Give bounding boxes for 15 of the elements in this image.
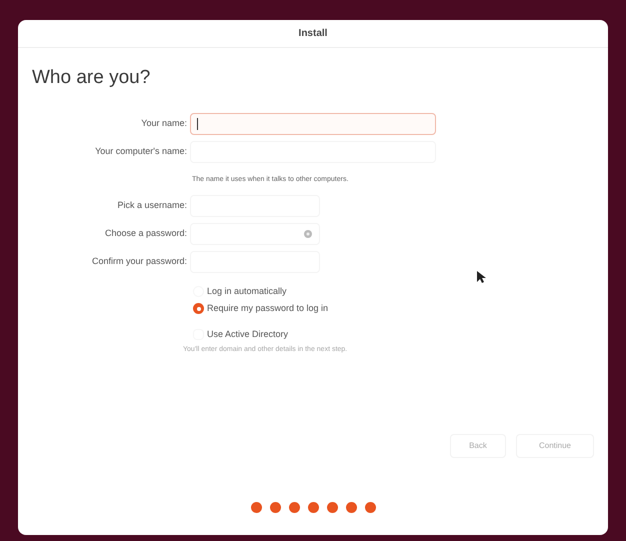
field-label: Confirm your password: — [92, 254, 187, 268]
text-field[interactable] — [190, 112, 436, 134]
window-title: Install — [298, 27, 328, 41]
radio-label[interactable]: Log in automatically — [207, 284, 287, 298]
radio-button[interactable] — [193, 303, 204, 314]
page-heading: Who are you? — [32, 67, 150, 88]
radio-label[interactable]: Require my password to log in — [207, 302, 328, 316]
checkbox-label[interactable]: Use Active Directory — [207, 328, 288, 341]
field-label: Your computer's name: — [95, 144, 187, 158]
mouse-pointer-icon — [477, 271, 486, 284]
eye-icon[interactable] — [303, 228, 313, 238]
field-label: Pick a username: — [117, 198, 187, 212]
field-label: Your name: — [141, 116, 187, 130]
text-cursor — [197, 118, 198, 130]
field-label: Choose a password: — [104, 226, 187, 240]
